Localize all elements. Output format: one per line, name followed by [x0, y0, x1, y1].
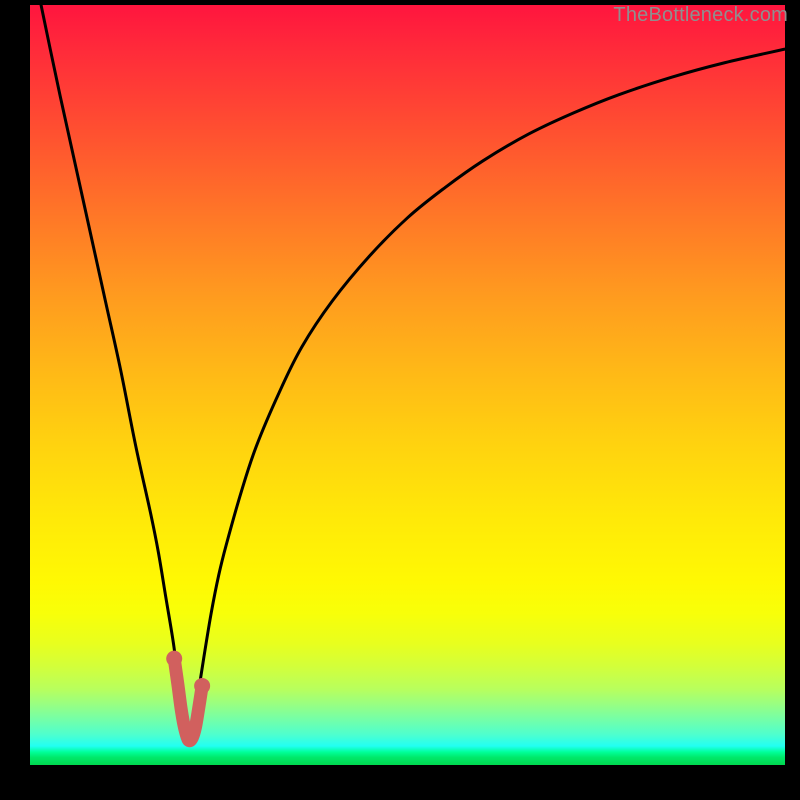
curve-layer [30, 5, 785, 765]
chart-frame: TheBottleneck.com [0, 0, 800, 800]
optimal-highlight [174, 659, 202, 741]
watermark-text: TheBottleneck.com [613, 4, 788, 27]
bottleneck-curve [30, 5, 785, 744]
highlight-endpoint [194, 678, 210, 694]
highlight-endpoint [166, 651, 182, 667]
plot-area [30, 5, 785, 765]
